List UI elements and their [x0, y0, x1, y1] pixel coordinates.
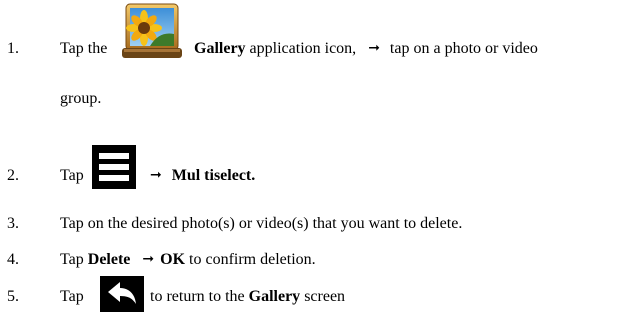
multiselect-label: Mul tiselect.: [171, 167, 256, 184]
gallery-label: Gallery: [194, 40, 246, 57]
step-number: 3.: [7, 215, 19, 232]
gallery-app-icon: [122, 3, 182, 58]
menu-icon: [92, 145, 136, 189]
step-2-cont: ➞ Mul tiselect.: [142, 167, 255, 185]
step-1-cont: Gallery application icon, ➞ tap on a pho…: [194, 40, 538, 57]
arrow-icon: ➞: [368, 40, 380, 56]
delete-label: Delete: [87, 251, 131, 268]
back-icon: [100, 276, 144, 312]
step-number: 5.: [7, 288, 19, 305]
gallery-screen-label: Gallery: [248, 288, 301, 305]
step-text: Tap the: [60, 40, 108, 57]
step-number: 1.: [7, 40, 19, 57]
ok-label: OK: [160, 251, 186, 268]
step-5-cont: to return to the Gallery screen: [150, 288, 346, 305]
arrow-icon: ➞: [142, 251, 155, 267]
arrow-icon: ➞: [150, 167, 162, 183]
step-number: 2.: [7, 167, 19, 184]
step-number: 4.: [7, 251, 19, 268]
